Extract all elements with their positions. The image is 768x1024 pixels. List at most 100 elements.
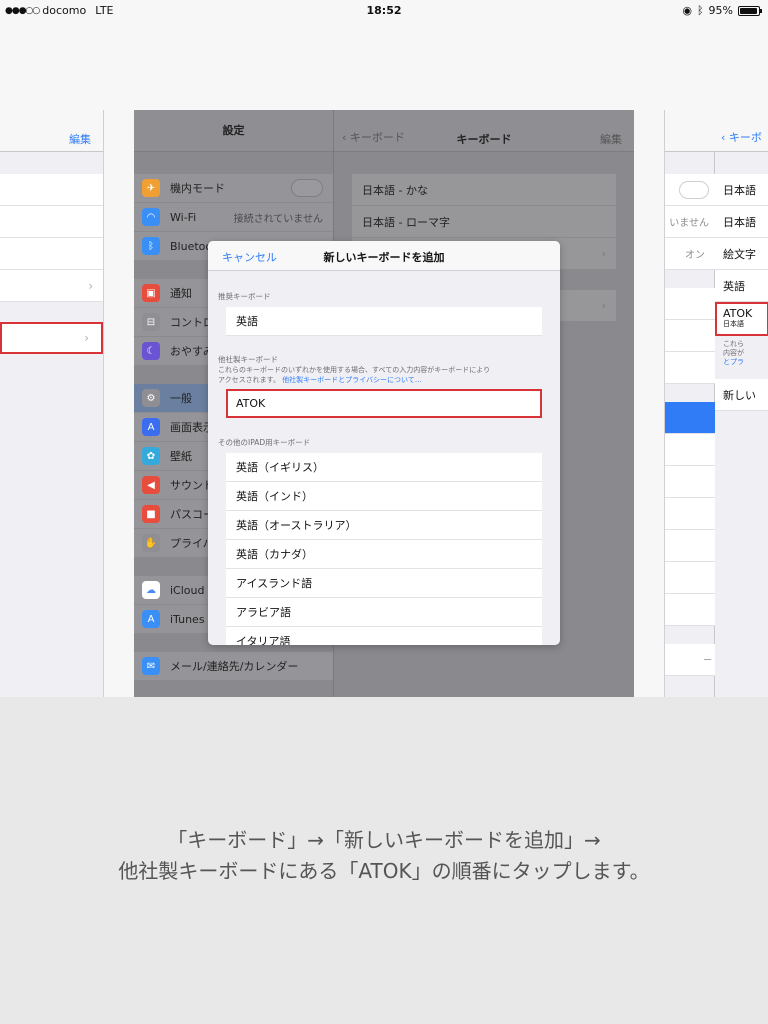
- settings-row-label: Wi-Fi: [170, 210, 197, 224]
- keyboard-row[interactable]: 日本語 - かな: [352, 174, 616, 206]
- left-keyboard-row-highlighted[interactable]: ›: [0, 322, 103, 354]
- chevron-right-icon: ›: [84, 330, 89, 345]
- settings-row-label: 壁紙: [170, 450, 192, 463]
- privacy-link[interactable]: 他社製キーボードとプライバシーについて…: [282, 376, 422, 384]
- settings-navbar: 設定: [134, 110, 333, 152]
- settings-row[interactable]: ◠ Wi-Fi 接続されていません: [134, 203, 333, 232]
- other-keyboard-row[interactable]: 英語（カナダ）: [226, 540, 542, 569]
- right-master-row[interactable]: [665, 288, 715, 320]
- right-note-line: 内容が: [723, 349, 744, 357]
- battery-percent: 95%: [708, 4, 733, 17]
- left-row[interactable]: [0, 206, 103, 238]
- toggle-switch[interactable]: [679, 180, 709, 199]
- airplane-icon: ✈: [142, 179, 160, 197]
- status-right: ◉ ᛒ 95%: [682, 4, 762, 17]
- right-master-row[interactable]: [665, 352, 715, 384]
- atok-keyboard-row[interactable]: ATOK: [226, 389, 542, 418]
- right-master-pane: いません オン ー: [665, 110, 715, 697]
- keyboard-nav-title: キーボード: [456, 133, 512, 146]
- status-bar: ●●●○○ docomo LTE 18:52 ◉ ᛒ 95%: [0, 0, 768, 20]
- other-keyboard-row[interactable]: 英語（イギリス）: [226, 453, 542, 482]
- instruction-caption: 「キーボード」→「新しいキーボードを追加」→ 他社製キーボードにある「ATOK」…: [0, 825, 768, 887]
- keyboard-navbar: ‹ キーボード キーボード 編集: [334, 110, 634, 152]
- right-master-row[interactable]: [665, 434, 715, 466]
- right-back-label: キーボ: [728, 131, 762, 144]
- moon-icon: ☾: [142, 342, 160, 360]
- right-master-navbar: [665, 110, 715, 152]
- settings-row-label: 一般: [170, 392, 192, 405]
- right-master-selected-row[interactable]: [665, 402, 715, 434]
- right-master-row[interactable]: [665, 530, 715, 562]
- other-keyboard-row[interactable]: 英語（インド）: [226, 482, 542, 511]
- sound-icon: ◀: [142, 476, 160, 494]
- hand-icon: ✋: [142, 534, 160, 552]
- wallpaper-icon: ✿: [142, 447, 160, 465]
- right-note: これら 内容が とプラ: [715, 336, 768, 371]
- battery-icon: [738, 5, 762, 16]
- wifi-value: 接続されていません: [233, 213, 323, 225]
- other-keyboard-row[interactable]: 英語（オーストラリア）: [226, 511, 542, 540]
- wifi-value: いません: [665, 206, 715, 238]
- rotation-lock-icon: ◉: [682, 4, 692, 17]
- airplane-toggle[interactable]: [291, 179, 323, 197]
- right-detail-pane: ‹ キーボ 日本語 日本語 絵文字 英語 ATOK 日本語 これら 内容が とプ…: [715, 110, 768, 697]
- third-party-note-line2: アクセスされます。 他社製キーボードとプライバシーについて…: [208, 375, 560, 385]
- chevron-right-icon: ›: [601, 247, 606, 260]
- bluetooth-value: オン: [665, 238, 715, 270]
- add-keyboard-modal: 新しいキーボードを追加 キャンセル 推奨キーボード 英語 他社製キーボード これ…: [208, 241, 560, 645]
- other-keyboards-header: その他のIPAD用キーボード: [218, 438, 311, 447]
- atok-label: ATOK: [723, 307, 753, 320]
- right-master-row[interactable]: [665, 320, 715, 352]
- right-back-button[interactable]: ‹ キーボ: [721, 129, 762, 145]
- caption-line-2: 他社製キーボードにある「ATOK」の順番にタップします。: [118, 859, 650, 883]
- right-master-row[interactable]: [665, 466, 715, 498]
- other-keyboard-row[interactable]: アイスランド語: [226, 569, 542, 598]
- right-atok-row-highlighted[interactable]: ATOK 日本語: [715, 302, 768, 336]
- right-note-line: これら: [723, 340, 744, 348]
- settings-row-label: iCloud: [170, 583, 205, 597]
- control-center-icon: ⊟: [142, 313, 160, 331]
- wifi-icon: ◠: [142, 208, 160, 226]
- right-master-footer-row: ー: [665, 644, 715, 676]
- cancel-button[interactable]: キャンセル: [222, 249, 277, 265]
- left-row[interactable]: ›: [0, 270, 103, 302]
- settings-row-label: 通知: [170, 287, 192, 300]
- third-party-note-text: アクセスされます。: [218, 376, 280, 384]
- settings-row-label: 機内モード: [170, 182, 225, 195]
- right-add-keyboard-row[interactable]: 新しい: [715, 379, 768, 411]
- right-keyboard-row[interactable]: 日本語: [715, 174, 768, 206]
- right-note-link[interactable]: とプラ: [723, 358, 761, 367]
- right-master-row[interactable]: [665, 498, 715, 530]
- caption-line-1: 「キーボード」→「新しいキーボードを追加」→: [167, 828, 601, 852]
- mail-icon: ✉: [142, 657, 160, 675]
- appstore-icon: A: [142, 610, 160, 628]
- suggested-keyboard-row[interactable]: 英語: [226, 307, 542, 336]
- right-screenshot: いません オン ー ‹ キーボ 日本語 日本語 絵文字 英語 ATOK 日本語 …: [664, 110, 768, 697]
- right-keyboard-row[interactable]: 絵文字: [715, 238, 768, 270]
- right-master-row[interactable]: [665, 562, 715, 594]
- chevron-right-icon: ›: [601, 299, 606, 312]
- settings-row[interactable]: ✉ メール/連絡先/カレンダー: [134, 652, 333, 681]
- right-master-row[interactable]: [665, 594, 715, 626]
- modal-navbar: 新しいキーボードを追加 キャンセル: [208, 241, 560, 271]
- right-keyboard-row[interactable]: 英語: [715, 270, 768, 302]
- bluetooth-status-icon: ᛒ: [696, 4, 704, 17]
- settings-row-label: メール/連絡先/カレンダー: [170, 660, 299, 673]
- keyboard-row[interactable]: 日本語 - ローマ字: [352, 206, 616, 238]
- right-keyboard-row[interactable]: 日本語: [715, 206, 768, 238]
- third-party-header: 他社製キーボード: [218, 355, 278, 364]
- lock-icon: ■: [142, 505, 160, 523]
- keyboard-edit-button[interactable]: 編集: [600, 131, 622, 147]
- settings-row[interactable]: ✈ 機内モード: [134, 174, 333, 203]
- other-keyboard-row[interactable]: イタリア語: [226, 627, 542, 645]
- bluetooth-icon: ᛒ: [142, 237, 160, 255]
- other-keyboard-row[interactable]: アラビア語: [226, 598, 542, 627]
- left-row[interactable]: [0, 174, 103, 206]
- gear-icon: ⚙: [142, 389, 160, 407]
- display-icon: A: [142, 418, 160, 436]
- airplane-toggle-row[interactable]: [665, 174, 715, 206]
- right-detail-navbar: ‹ キーボ: [715, 110, 768, 152]
- left-edit-button[interactable]: 編集: [69, 131, 91, 147]
- left-row[interactable]: [0, 238, 103, 270]
- chevron-right-icon: ›: [88, 278, 93, 293]
